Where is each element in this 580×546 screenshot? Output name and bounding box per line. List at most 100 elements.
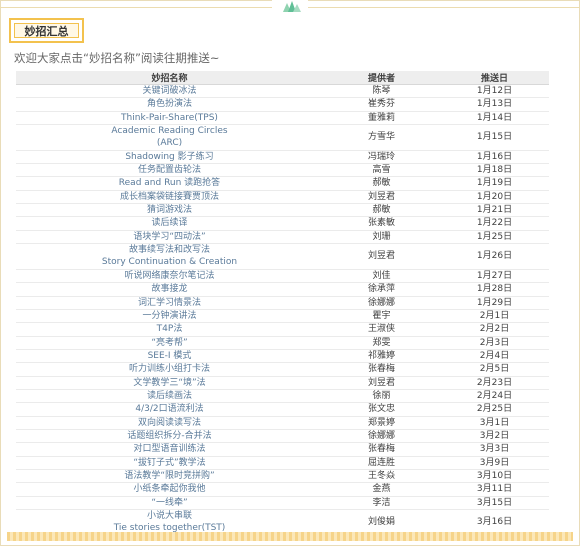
tip-name-link[interactable]: 词汇学习情景法 (16, 296, 323, 310)
tip-name-line: 小纸条牵起你我他 (133, 484, 206, 495)
tip-name-link[interactable]: 4/3/2口语流利法 (16, 402, 323, 417)
provider-cell: 郑雯 (323, 336, 440, 350)
date-cell: 3月1日 (440, 416, 549, 430)
header-name: 妙招名称 (16, 71, 323, 85)
table-row: 关键词破冰法 陈琴 1月12日 (16, 84, 549, 99)
date-cell: 2月3日 (440, 336, 549, 350)
tip-name-link[interactable]: 读后续译 (16, 216, 323, 231)
table-row: 词汇学习情景法 徐娜娜 1月29日 (16, 296, 549, 310)
table-row: 读后续画法 徐丽 2月24日 (16, 389, 549, 404)
tip-name-line: 读后续译 (151, 218, 188, 229)
provider-cell: 刘佳 (323, 269, 440, 284)
table-row: 文学教学三“境”法 刘昱君 2月23日 (16, 376, 549, 390)
tip-name-line: 话题组织拆分-合并法 (127, 430, 212, 441)
tip-name-link[interactable]: 故事接龙 (16, 282, 323, 297)
table-row: “亮考帮” 郑雯 2月3日 (16, 336, 549, 350)
tip-name-line: 成长档案袋链接賽贾顶法 (119, 191, 219, 202)
tip-name-link[interactable]: 关键词破冰法 (16, 84, 323, 99)
tip-name-line: Academic Reading Circles (111, 126, 228, 137)
tip-name-link[interactable]: 猜词游戏法 (16, 203, 323, 218)
table-row: 角色扮演法 崔秀芬 1月13日 (16, 97, 549, 112)
tip-name-line: 对口型语音训练法 (133, 444, 206, 455)
date-cell: 1月29日 (440, 296, 549, 310)
provider-cell: 刘珊 (323, 230, 440, 245)
provider-cell: 祁雅婷 (323, 349, 440, 364)
tip-name-link[interactable]: 一分钟演讲法 (16, 309, 323, 324)
tip-name-link[interactable]: 故事续写法和改写法 Story Continuation & Creation (16, 243, 323, 270)
tip-name-line: 听说网络康奈尔笔记法 (124, 270, 215, 281)
tip-name-link[interactable]: “亮考帮” (16, 336, 323, 350)
table-row: 故事续写法和改写法 Story Continuation & Creation 刘昱… (16, 243, 549, 270)
table-row: 双向阅读读写法 郑景婷 3月1日 (16, 416, 549, 430)
date-cell: 1月25日 (440, 230, 549, 245)
provider-cell: 郝敏 (323, 176, 440, 191)
tip-name-link[interactable]: 角色扮演法 (16, 97, 323, 112)
tip-name-link[interactable]: 听力训练小组打卡法 (16, 362, 323, 377)
tip-name-line: 语法教学“限时竞拼购” (124, 470, 215, 481)
table-row: 听说网络康奈尔笔记法 刘佳 1月27日 (16, 269, 549, 284)
tip-name-line: “亮考帮” (151, 337, 188, 348)
date-cell: 3月2日 (440, 429, 549, 444)
tree-icon (283, 1, 301, 12)
date-cell: 2月4日 (440, 349, 549, 364)
tip-name-link[interactable]: Read and Run 读跑抢答 (16, 176, 323, 191)
tip-name-line: (ARC) (156, 138, 183, 149)
provider-cell: 徐娜娜 (323, 429, 440, 444)
tips-table: 妙招名称 提供者 推送日 关键词破冰法 陈琴 1月12日 角色扮演法 崔秀芬 1月13日 T… (16, 71, 549, 536)
tip-name-link[interactable]: 文学教学三“境”法 (16, 376, 323, 390)
date-cell: 2月24日 (440, 389, 549, 404)
tip-name-link[interactable]: Shadowing 影子练习 (16, 150, 323, 165)
provider-cell: 张春梅 (323, 362, 440, 377)
tip-name-link[interactable]: 语法教学“限时竞拼购” (16, 469, 323, 484)
tip-name-link[interactable]: 读后续画法 (16, 389, 323, 404)
date-cell: 1月22日 (440, 216, 549, 231)
tip-name-link[interactable]: 听说网络康奈尔笔记法 (16, 269, 323, 284)
tip-name-line: 4/3/2口语流利法 (135, 404, 204, 415)
table-row: 语块学习“四动法” 刘珊 1月25日 (16, 230, 549, 245)
tip-name-line: 角色扮演法 (146, 99, 192, 110)
tip-name-link[interactable]: 成长档案袋链接賽贾顶法 (16, 190, 323, 205)
table-row: “一线牵” 李洁 3月15日 (16, 496, 549, 511)
tip-name-link[interactable]: 话题组织拆分-合并法 (16, 429, 323, 444)
date-cell: 3月3日 (440, 442, 549, 457)
tip-name-line: Story Continuation & Creation (101, 257, 238, 268)
table-row: 一分钟演讲法 瞿宇 2月1日 (16, 309, 549, 324)
date-cell: 2月2日 (440, 322, 549, 337)
tip-name-line: “一线牵” (151, 497, 188, 508)
tip-name-line: 读后续画法 (146, 390, 192, 401)
tip-name-link[interactable]: Think-Pair-Share(TPS) (16, 111, 323, 126)
tip-name-link[interactable]: SEE-I 模式 (16, 349, 323, 364)
table-row: 小纸条牵起你我他 金燕 3月11日 (16, 482, 549, 497)
provider-cell: 刘昱君 (323, 376, 440, 390)
tip-name-line: 小说大串联 (146, 511, 192, 521)
provider-cell: 陈琴 (323, 84, 440, 99)
tip-name-line: 关键词破冰法 (142, 86, 197, 96)
tip-name-link[interactable]: 语块学习“四动法” (16, 230, 323, 245)
tip-name-link[interactable]: T4P法 (16, 322, 323, 337)
date-cell: 1月26日 (440, 243, 549, 270)
tip-name-link[interactable]: 小纸条牵起你我他 (16, 482, 323, 497)
tip-name-link[interactable]: Academic Reading Circles (ARC) (16, 124, 323, 151)
tip-name-line: 文学教学三“境”法 (133, 377, 206, 388)
tip-name-link[interactable]: “一线牵” (16, 496, 323, 511)
date-cell: 2月5日 (440, 362, 549, 377)
tip-name-line: “拔钉子式”教学法 (133, 457, 206, 468)
tip-name-line: T4P法 (156, 324, 183, 335)
provider-cell: 崔秀芬 (323, 97, 440, 112)
tip-name-link[interactable]: 双向阅读读写法 (16, 416, 323, 430)
intro-text: 欢迎大家点击“妙招名称”阅读往期推送~ (14, 51, 220, 65)
table-row: 猜词游戏法 郝敏 1月21日 (16, 203, 549, 218)
provider-cell: 瞿宇 (323, 309, 440, 324)
date-cell: 1月14日 (440, 111, 549, 126)
provider-cell: 屈连胜 (323, 456, 440, 470)
tip-name-line: Shadowing 影子练习 (125, 151, 214, 162)
date-cell: 2月1日 (440, 309, 549, 324)
provider-cell: 张文忠 (323, 402, 440, 417)
section-tag: 妙招汇总 (9, 18, 84, 43)
table-row: Shadowing 影子练习 冯瑞玲 1月16日 (16, 150, 549, 165)
tip-name-link[interactable]: “拔钉子式”教学法 (16, 456, 323, 470)
tip-name-link[interactable]: 对口型语音训练法 (16, 442, 323, 457)
provider-cell: 张素敏 (323, 216, 440, 231)
provider-cell: 刘昱君 (323, 190, 440, 205)
tip-name-link[interactable]: 任务配置齿轮法 (16, 163, 323, 178)
